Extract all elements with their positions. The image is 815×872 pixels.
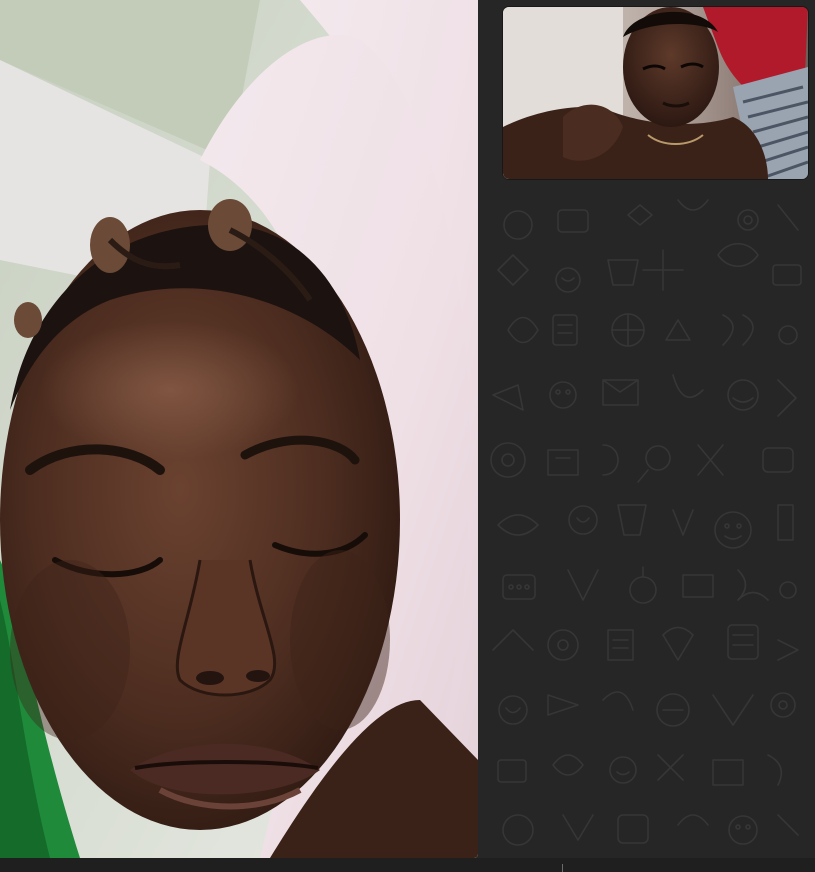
video-call-window [0,0,815,872]
self-participant-image [503,7,808,179]
remote-video-feed[interactable] [0,0,478,858]
remote-participant-image [0,0,478,858]
bottom-divider [562,864,563,872]
self-video-preview[interactable] [503,7,808,179]
bottom-bar [0,858,815,872]
